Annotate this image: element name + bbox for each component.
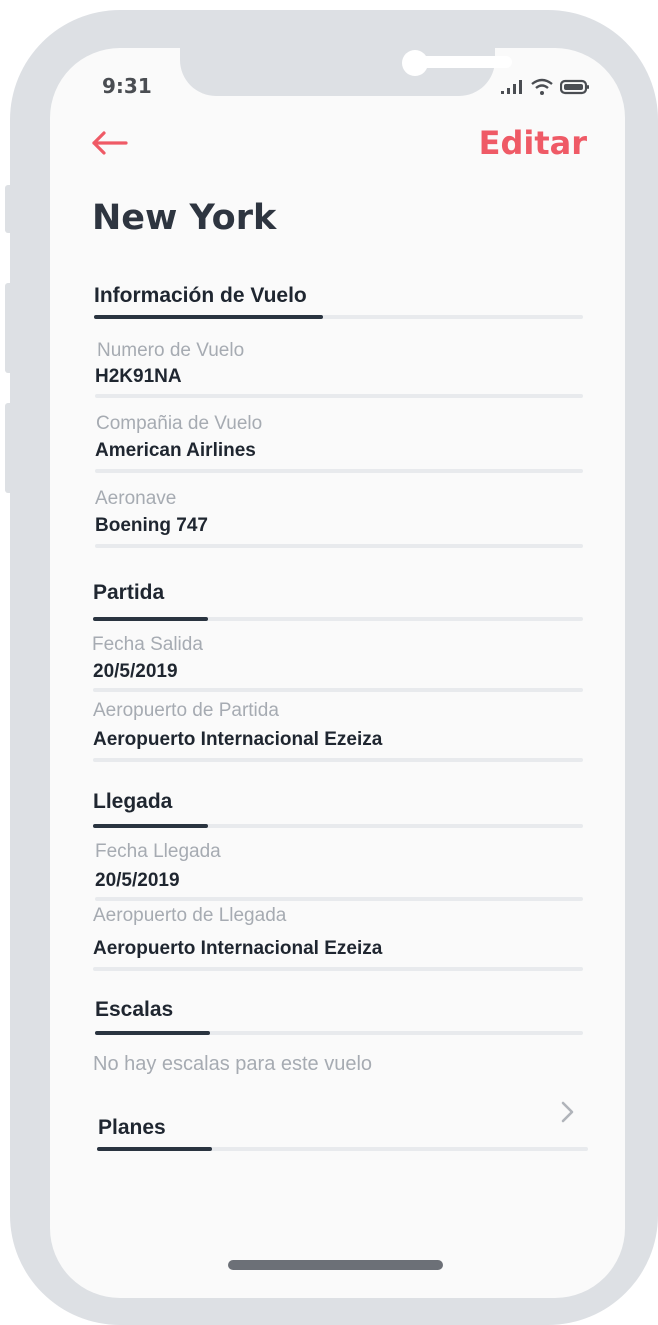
- field-label-arrival-airport: Aeropuerto de Llegada: [93, 905, 287, 926]
- field-label-departure-date: Fecha Salida: [92, 634, 203, 655]
- section-underline-fill: [93, 617, 208, 621]
- section-title-flight-info: Información de Vuelo: [94, 284, 307, 307]
- field-value-departure-date: 20/5/2019: [93, 661, 178, 682]
- section-underline-fill: [95, 1031, 210, 1035]
- speaker: [418, 56, 512, 68]
- field-value-departure-airport: Aeropuerto Internacional Ezeiza: [93, 729, 383, 750]
- phone-screen: 9:31 Editar New York Información de Vuel…: [50, 48, 625, 1298]
- field-value-flight-number: H2K91NA: [95, 366, 182, 387]
- home-indicator[interactable]: [228, 1260, 443, 1270]
- field-divider: [95, 469, 583, 473]
- field-value-arrival-date: 20/5/2019: [95, 870, 180, 891]
- camera: [402, 50, 428, 76]
- section-title-arrival: Llegada: [93, 790, 173, 813]
- stops-empty-text: No hay escalas para este vuelo: [93, 1053, 373, 1075]
- section-underline: [94, 315, 583, 319]
- back-button[interactable]: [90, 128, 134, 168]
- section-underline: [95, 1031, 583, 1035]
- field-divider: [95, 394, 583, 398]
- section-underline-fill: [93, 824, 208, 828]
- field-divider: [95, 897, 583, 901]
- field-divider: [93, 758, 583, 762]
- section-underline: [93, 617, 583, 621]
- field-value-airline: American Airlines: [95, 440, 256, 461]
- arrow-left-icon: [92, 131, 128, 155]
- phone-side-button: [5, 403, 15, 493]
- signal-icon: [501, 80, 522, 94]
- phone-side-button: [5, 185, 15, 233]
- field-divider: [95, 544, 583, 548]
- section-title-plans[interactable]: Planes: [98, 1116, 166, 1140]
- section-underline: [97, 1147, 588, 1151]
- field-divider: [93, 688, 583, 692]
- notch: [180, 48, 512, 96]
- section-underline-fill: [97, 1147, 212, 1151]
- field-divider: [93, 967, 583, 971]
- field-value-arrival-airport: Aeropuerto Internacional Ezeiza: [93, 938, 383, 959]
- section-title-departure: Partida: [93, 581, 165, 604]
- edit-button[interactable]: Editar: [479, 124, 587, 162]
- section-title-stops: Escalas: [95, 998, 174, 1021]
- section-underline-fill: [94, 315, 323, 319]
- status-time: 9:31: [102, 74, 152, 98]
- phone-side-button: [5, 283, 15, 373]
- field-value-aircraft: Boening 747: [95, 515, 208, 536]
- section-underline: [93, 824, 583, 828]
- field-label-flight-number: Numero de Vuelo: [97, 340, 245, 361]
- battery-icon: [560, 79, 589, 95]
- field-label-arrival-date: Fecha Llegada: [95, 841, 221, 862]
- field-label-departure-airport: Aeropuerto de Partida: [93, 700, 279, 721]
- status-icons: [500, 78, 590, 96]
- field-label-aircraft: Aeronave: [95, 488, 177, 509]
- field-label-airline: Compañia de Vuelo: [96, 413, 263, 434]
- page-title: New York: [92, 198, 277, 238]
- wifi-icon: [531, 78, 553, 95]
- chevron-right-icon[interactable]: [560, 1100, 576, 1128]
